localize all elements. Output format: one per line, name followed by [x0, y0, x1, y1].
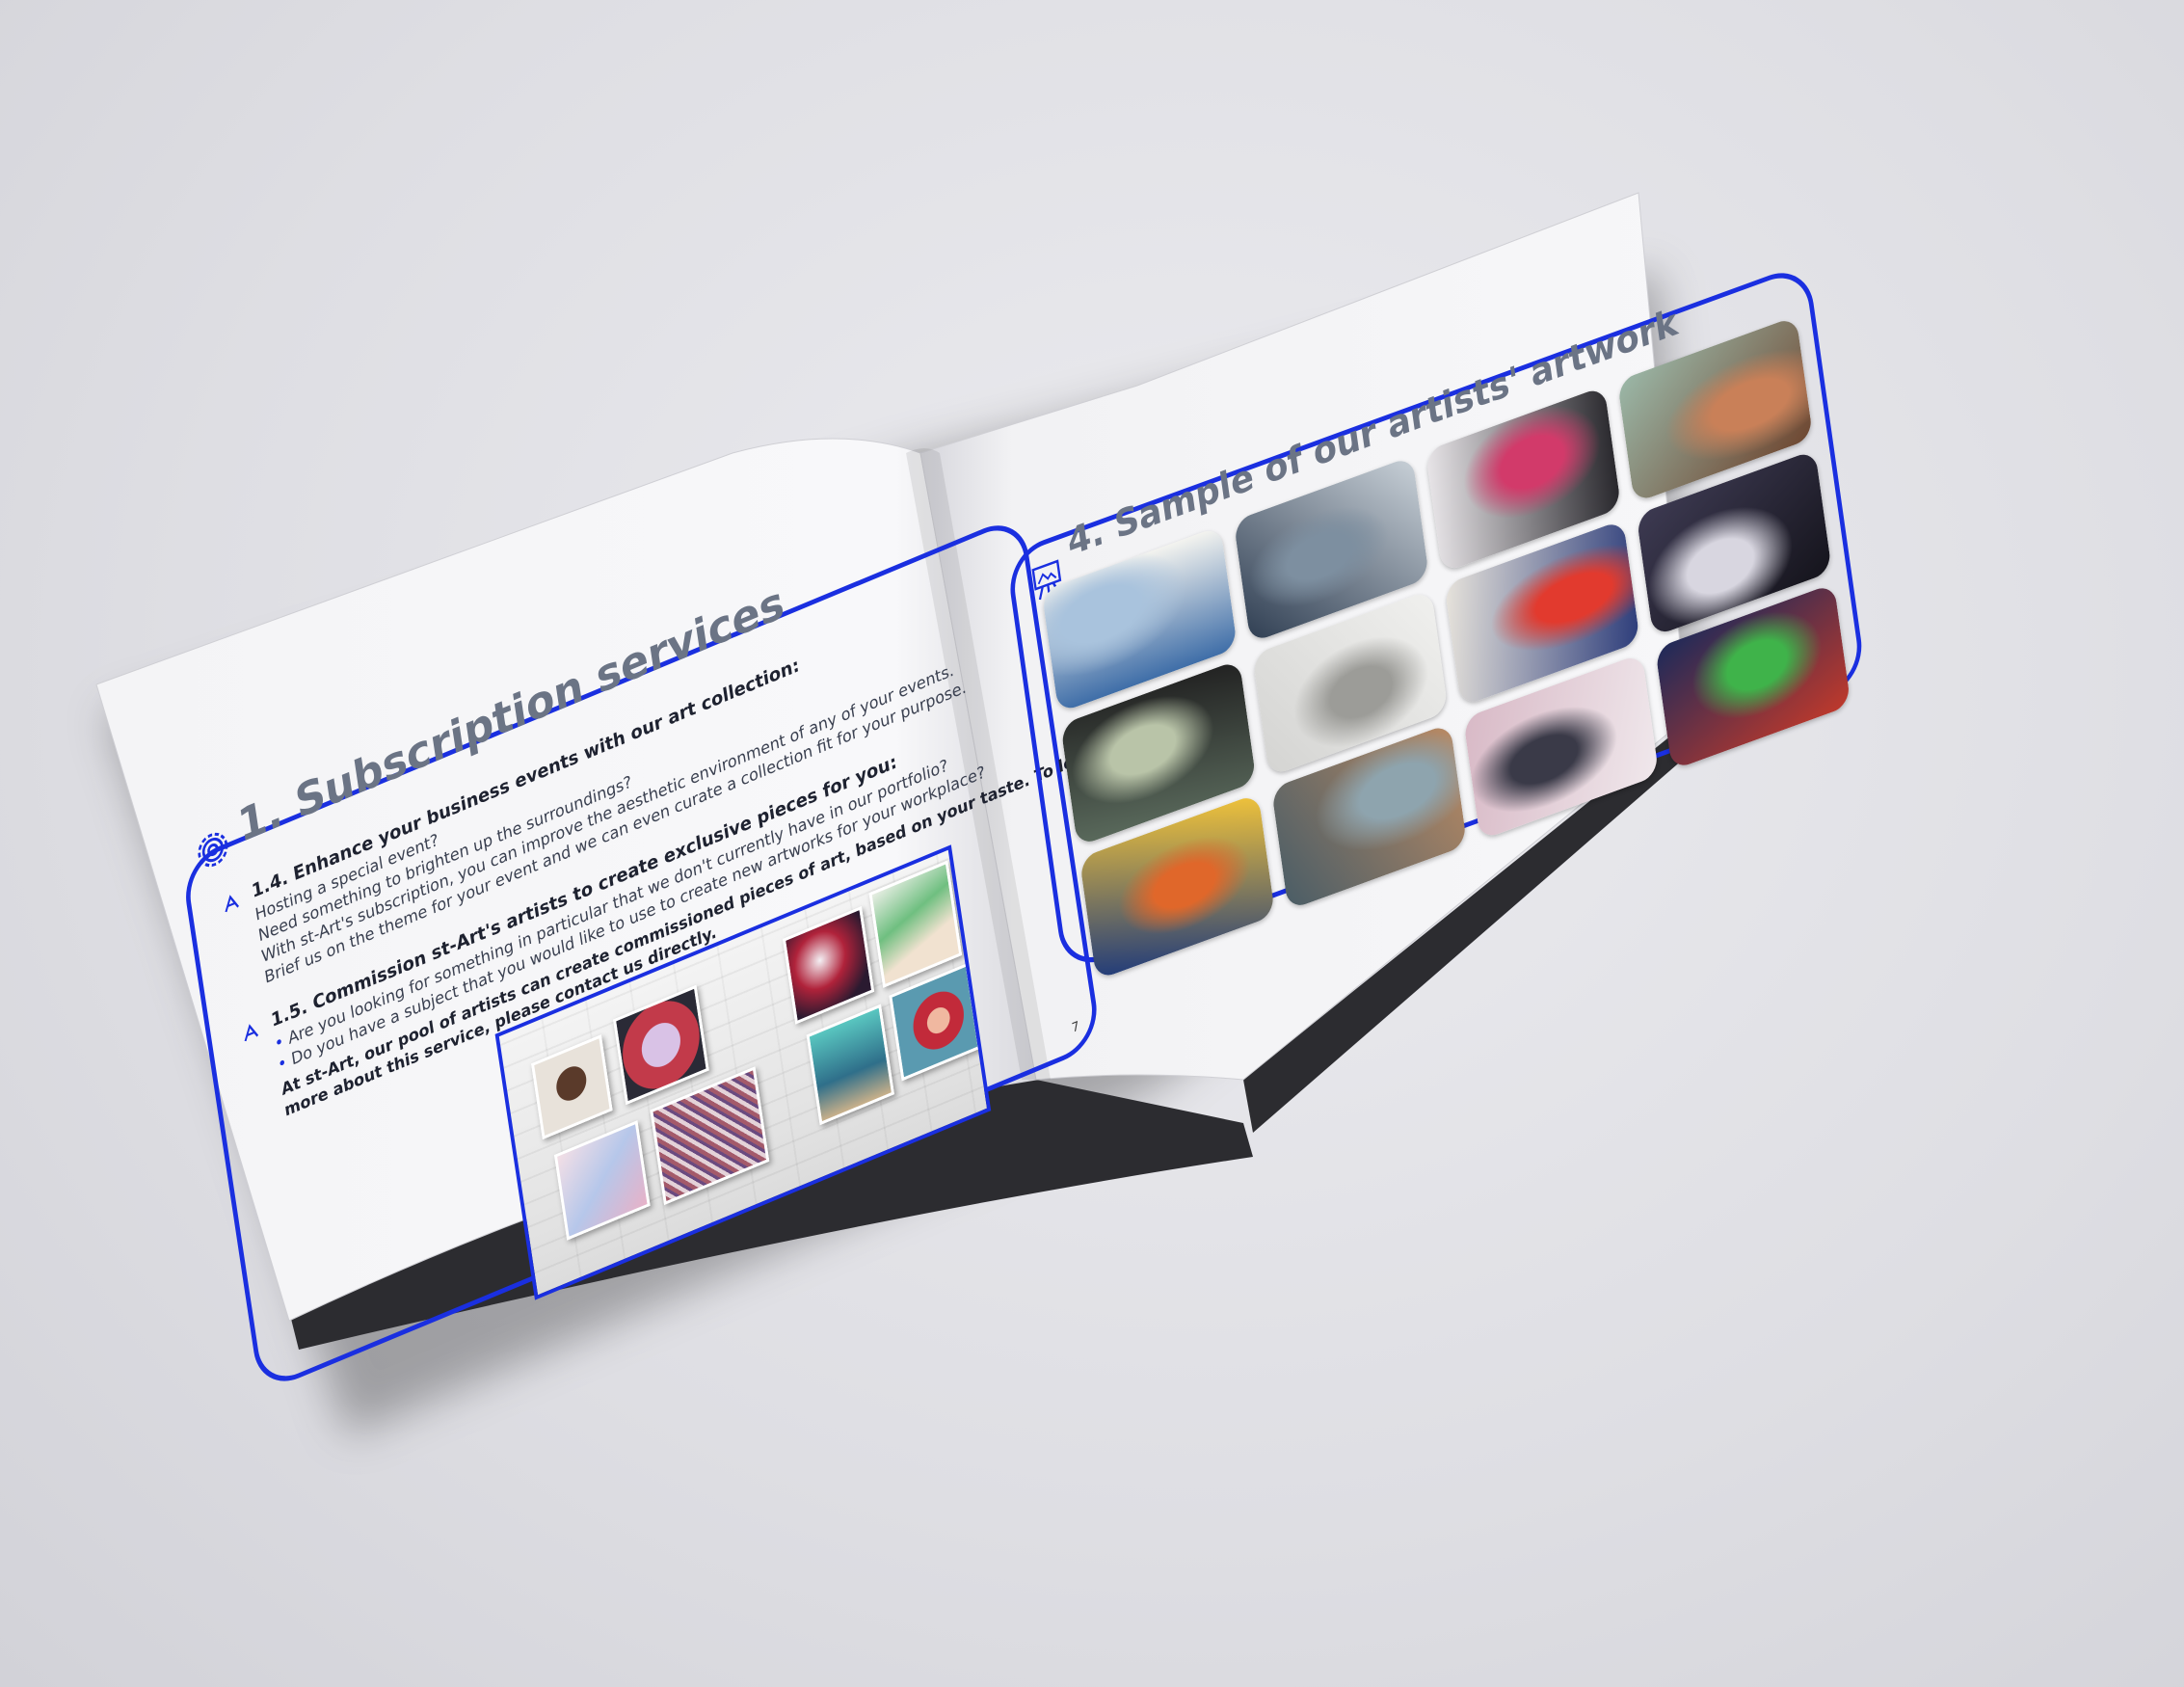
brochure-mockup: 1. Subscription services 1.4. Enhance yo… [0, 0, 2184, 1687]
